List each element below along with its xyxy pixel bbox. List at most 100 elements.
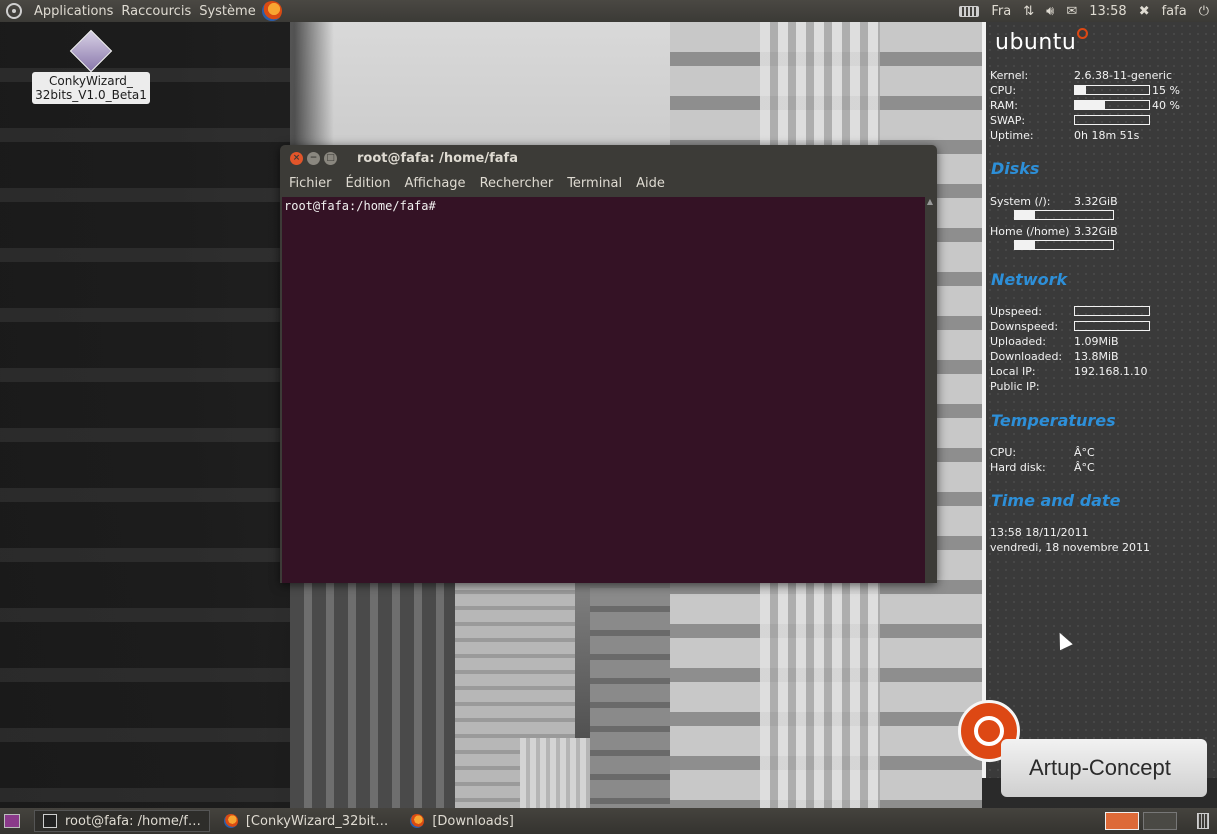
- menu-search[interactable]: Rechercher: [473, 176, 561, 191]
- archive-icon: [69, 29, 113, 73]
- swap-label: SWAP:: [990, 113, 1026, 127]
- workspace-switcher[interactable]: [1105, 812, 1177, 830]
- taskbar-item-label: [Downloads]: [432, 813, 514, 829]
- keyboard-icon[interactable]: [959, 5, 980, 17]
- kernel-label: Kernel:: [990, 68, 1029, 82]
- power-icon[interactable]: ⏻: [1199, 5, 1209, 18]
- wallpaper-building: [290, 558, 460, 808]
- upspeed-bar: [1074, 306, 1150, 316]
- clock[interactable]: 13:58: [1089, 4, 1126, 19]
- terminal-scrollbar[interactable]: ▲: [925, 197, 935, 583]
- top-panel: Applications Raccourcis Système Fra ⇅ 🔊︎…: [0, 0, 1217, 22]
- menu-file[interactable]: Fichier: [282, 176, 339, 191]
- disk-system-value: 3.32GiB: [1074, 194, 1118, 208]
- time-line1: 13:58 18/11/2011: [990, 525, 1089, 539]
- temp-cpu-label: CPU:: [990, 445, 1017, 459]
- cpu-bar: [1074, 85, 1150, 95]
- kernel-row: Kernel: 2.6.38-11-generic: [990, 68, 1172, 82]
- wallpaper-building: [0, 22, 290, 808]
- local-ip-row: Local IP: 192.168.1.10: [990, 364, 1147, 378]
- terminal-window[interactable]: × − □ root@fafa: /home/fafa Fichier Édit…: [280, 145, 937, 583]
- local-ip-label: Local IP:: [990, 364, 1036, 378]
- temp-cpu-row: CPU: Â°C: [990, 445, 1095, 459]
- ram-bar-fill: [1075, 101, 1105, 109]
- taskbar-item-label: [ConkyWizard_32bit…: [245, 813, 389, 829]
- desktop-icon-label: ConkyWizard_ 32bits_V1.0_Beta1: [32, 72, 150, 104]
- cpu-percent: 15 %: [1152, 83, 1180, 97]
- volume-icon[interactable]: 🔊︎: [1046, 5, 1054, 18]
- ubuntu-menu-icon[interactable]: [6, 3, 22, 19]
- artup-concept-badge: Artup-Concept: [1001, 739, 1207, 797]
- upspeed-row: Upspeed:: [990, 304, 1150, 318]
- terminal-output[interactable]: root@fafa:/home/fafa#: [282, 197, 925, 583]
- taskbar-item-downloads[interactable]: [Downloads]: [402, 810, 522, 832]
- minimize-button[interactable]: −: [307, 151, 320, 165]
- menu-view[interactable]: Affichage: [397, 176, 472, 191]
- brand-text: ubuntu: [995, 30, 1077, 55]
- keyboard-layout[interactable]: Fra: [991, 4, 1011, 19]
- maximize-button[interactable]: □: [324, 151, 337, 165]
- cpu-row: CPU: 15 %: [990, 83, 1180, 97]
- ram-row: RAM: 40 %: [990, 98, 1180, 112]
- temp-hdd-label: Hard disk:: [990, 460, 1046, 474]
- downspeed-row: Downspeed:: [990, 319, 1150, 333]
- network-icon[interactable]: ⇅: [1023, 5, 1034, 18]
- temp-cpu-value: Â°C: [1074, 445, 1095, 459]
- user-status-icon[interactable]: ✖: [1139, 5, 1150, 18]
- time-heading: Time and date: [991, 491, 1121, 510]
- ubuntu-brand: ubuntu: [995, 28, 1089, 55]
- date-value: vendredi, 18 novembre 2011: [990, 540, 1151, 554]
- uploaded-row: Uploaded: 1.09MiB: [990, 334, 1119, 348]
- cpu-label: CPU:: [990, 83, 1017, 97]
- menu-system[interactable]: Système: [195, 4, 259, 19]
- public-ip-row: Public IP:: [990, 379, 1074, 393]
- menu-applications[interactable]: Applications: [30, 4, 117, 19]
- ubuntu-logo-icon: [1077, 28, 1089, 39]
- terminal-icon: [43, 814, 57, 828]
- desktop-icon-label-line1: ConkyWizard_: [49, 74, 133, 88]
- show-desktop-icon[interactable]: [4, 814, 20, 828]
- temperatures-heading: Temperatures: [991, 411, 1116, 430]
- downloaded-value: 13.8MiB: [1074, 349, 1119, 363]
- firefox-launcher-icon[interactable]: [261, 1, 282, 21]
- ram-percent: 40 %: [1152, 98, 1180, 112]
- upspeed-label: Upspeed:: [990, 304, 1042, 318]
- menu-shortcuts[interactable]: Raccourcis: [117, 4, 195, 19]
- network-heading: Network: [991, 270, 1068, 289]
- scroll-up-icon[interactable]: ▲: [925, 197, 935, 206]
- uptime-row: Uptime: 0h 18m 51s: [990, 128, 1139, 142]
- close-button[interactable]: ×: [290, 151, 303, 165]
- taskbar-item-conkywizard[interactable]: [ConkyWizard_32bit…: [216, 810, 396, 832]
- taskbar-item-terminal[interactable]: root@fafa: /home/f…: [34, 810, 210, 832]
- terminal-titlebar[interactable]: × − □ root@fafa: /home/fafa: [280, 145, 937, 171]
- ram-bar: [1074, 100, 1150, 110]
- disk-home-value: 3.32GiB: [1074, 224, 1118, 238]
- firefox-icon: [410, 814, 425, 828]
- menu-terminal[interactable]: Terminal: [560, 176, 629, 191]
- terminal-prompt: root@fafa:/home/fafa#: [284, 199, 436, 213]
- temp-hdd-value: Â°C: [1074, 460, 1095, 474]
- uploaded-value: 1.09MiB: [1074, 334, 1119, 348]
- time-line2: vendredi, 18 novembre 2011: [990, 540, 1150, 554]
- menu-edit[interactable]: Édition: [339, 176, 398, 191]
- taskbar-item-label: root@fafa: /home/f…: [65, 813, 201, 829]
- trash-icon[interactable]: [1197, 813, 1209, 829]
- downloaded-row: Downloaded: 13.8MiB: [990, 349, 1119, 363]
- mail-icon[interactable]: ✉: [1066, 5, 1077, 18]
- disk-home-bar-fill: [1015, 241, 1035, 249]
- bottom-panel: root@fafa: /home/f… [ConkyWizard_32bit… …: [0, 808, 1217, 834]
- ram-label: RAM:: [990, 98, 1018, 112]
- disk-system-label: System (/):: [990, 194, 1051, 208]
- desktop-icon-conkywizard[interactable]: ConkyWizard_ 32bits_V1.0_Beta1: [24, 29, 158, 104]
- workspace-2[interactable]: [1143, 812, 1177, 830]
- menu-help[interactable]: Aide: [629, 176, 672, 191]
- user-name[interactable]: fafa: [1162, 4, 1187, 19]
- uptime-value: 0h 18m 51s: [1074, 128, 1140, 142]
- terminal-title: root@fafa: /home/fafa: [357, 150, 518, 166]
- wallpaper-building: [590, 588, 670, 808]
- downspeed-bar: [1074, 321, 1150, 331]
- disks-heading: Disks: [991, 159, 1040, 178]
- workspace-1[interactable]: [1105, 812, 1139, 830]
- disk-home-row: Home (/home) 3.32GiB: [990, 224, 1118, 238]
- disk-home-label: Home (/home): [990, 224, 1070, 238]
